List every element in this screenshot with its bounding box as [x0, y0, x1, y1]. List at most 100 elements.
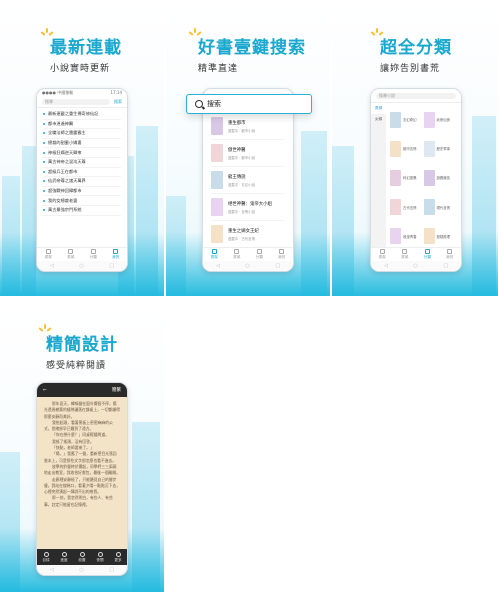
- list-item[interactable]: 總裁的甜蜜小嬌妻: [43, 139, 121, 149]
- tab-item[interactable]: 設置: [73, 549, 91, 565]
- search-input[interactable]: 搜尋: [42, 99, 110, 105]
- floating-search-bar[interactable]: 搜索: [186, 94, 312, 114]
- side-tab-female[interactable]: 女頻: [371, 114, 386, 125]
- category-cell[interactable]: 古代言情: [390, 196, 424, 219]
- tab-label: 書城: [67, 255, 75, 259]
- category-cell[interactable]: 歷史軍事: [423, 137, 458, 160]
- list-item[interactable]: 我的女總裁老婆: [43, 196, 121, 206]
- tab-label: 我的: [446, 255, 454, 259]
- category-label: 浪漫青春: [403, 234, 417, 239]
- phone-mockup: ●●●● 中國移動 17:14 搜尋 搜索 最新連載之重生傳奇修仙記 都市逍遙神醫全…: [36, 88, 128, 272]
- back-button[interactable]: ←: [43, 388, 47, 393]
- list-item[interactable]: 萬古神帝之混沌天尊: [43, 158, 121, 168]
- list-item-title: 都市逍遙神醫: [48, 120, 74, 126]
- category-cell[interactable]: 科幻靈異: [390, 166, 424, 189]
- update-list: 最新連載之重生傳奇修仙記 都市逍遙神醫全職法師之雷霆霸主總裁的甜蜜小嬌妻 神級狂婿逆…: [37, 108, 127, 218]
- list-item[interactable]: 全職法師之雷霆霸主: [43, 129, 121, 139]
- tab-item[interactable]: 進度: [55, 549, 73, 565]
- tab-icon: [115, 551, 121, 557]
- list-item[interactable]: 超級兵王在都市: [43, 168, 121, 178]
- subheadline: 小說實時更新: [50, 64, 111, 74]
- bullet-icon: [43, 113, 45, 116]
- tab-item[interactable]: 分類: [82, 248, 105, 261]
- category-cell[interactable]: 玄幻奇幻: [390, 108, 424, 131]
- tab-item[interactable]: 更多: [109, 549, 127, 565]
- list-item[interactable]: 仙武帝尊之諸天萬界: [43, 177, 121, 187]
- category-sidebar: 男頻 女頻: [371, 103, 386, 253]
- book-title: 重生之嫡女王妃: [228, 228, 259, 234]
- tab-item[interactable]: 書城: [394, 248, 417, 261]
- back-icon: ◁: [49, 263, 54, 269]
- tab-icon: [68, 249, 74, 254]
- recent-icon: □: [443, 263, 449, 269]
- book-row[interactable]: 絕世神醫：鬼帝大小姐 連載中 · 言情小說: [211, 194, 285, 221]
- reader-topbar: ← 簡繁: [37, 383, 127, 397]
- side-tab-male[interactable]: 男頻: [371, 103, 386, 114]
- tab-icon: [256, 249, 262, 254]
- tab-label: 進度: [60, 557, 68, 562]
- book-cover: [211, 117, 223, 135]
- search-header: 搜尋小說: [371, 89, 461, 103]
- tab-label: 書城: [401, 255, 409, 259]
- tab-item[interactable]: 書架: [371, 248, 394, 261]
- category-cover: [423, 140, 435, 157]
- tab-item[interactable]: 我的: [105, 248, 128, 261]
- category-cover: [390, 111, 401, 128]
- list-item[interactable]: 萬古最強宗門系統: [43, 206, 121, 216]
- headline: 好書壹鍵搜索: [198, 38, 306, 58]
- list-item-title: 全職法師之雷霆霸主: [48, 130, 86, 136]
- tab-item[interactable]: 書架: [37, 248, 60, 261]
- paragraph: 那一刻，我忽然明白，有些人、有些事，註定只能留在記憶裡。: [44, 495, 113, 507]
- category-cell[interactable]: 懸疑推理: [423, 225, 458, 248]
- tab-label: 書城: [233, 255, 241, 259]
- recent-icon: □: [109, 567, 115, 573]
- phone-mockup: 重生都市 連載中 · 都市小說 傲世神醫 連載中 · 都市小說 龍王傳說 連載中 · 玄幻…: [202, 88, 294, 272]
- paragraph: 走廊裡安靜極了，只能聽見自己的腳步聲。我站在樓梯口，看著夕陽一點點沉下去，心裡突…: [44, 476, 120, 495]
- list-item-title: 最新連載之重生傳奇修仙記: [48, 111, 99, 117]
- search-label: 搜索: [207, 100, 221, 108]
- book-row[interactable]: 重生都市 連載中 · 都市小說: [211, 113, 285, 140]
- tab-icon: [234, 249, 240, 254]
- tab-item[interactable]: 目錄: [37, 549, 55, 565]
- category-cell[interactable]: 遊戲競技: [423, 166, 458, 189]
- book-row[interactable]: 龍王傳說 連載中 · 玄幻小說: [211, 167, 285, 194]
- category-cell[interactable]: 浪漫青春: [390, 225, 424, 248]
- category-label: 武俠仙俠: [436, 118, 451, 123]
- tab-icon: [279, 249, 285, 254]
- category-cover: [390, 228, 401, 245]
- tab-item[interactable]: 書架: [203, 248, 226, 261]
- tab-icon: [113, 249, 119, 254]
- category-label: 科幻靈異: [403, 176, 417, 181]
- tab-item[interactable]: 書城: [60, 248, 83, 261]
- tab-item[interactable]: 我的: [271, 248, 294, 261]
- convert-button[interactable]: 簡繁: [112, 387, 121, 393]
- search-input[interactable]: 搜尋小說: [376, 92, 456, 99]
- search-header: 搜尋 搜索: [37, 97, 127, 108]
- tab-label: 分類: [89, 255, 97, 259]
- tab-item[interactable]: 書城: [226, 248, 249, 261]
- list-item[interactable]: 神級狂婿逆天歸來: [43, 148, 121, 158]
- home-icon: ○: [245, 263, 250, 269]
- category-cell[interactable]: 都市言情: [390, 137, 424, 160]
- book-row[interactable]: 重生之嫡女王妃 連載中 · 古代言情: [211, 221, 285, 248]
- list-item-title: 萬古神帝之混沌天尊: [48, 159, 86, 165]
- reader-toolbar: 目錄 進度 設置 夜間 更多: [37, 549, 127, 565]
- subheadline: 感受純粹閱讀: [46, 361, 107, 371]
- tab-item[interactable]: 分類: [248, 248, 271, 261]
- list-item-title: 萬古最強宗門系統: [48, 207, 82, 213]
- category-cell[interactable]: 武俠仙俠: [423, 108, 458, 131]
- tab-item[interactable]: 分類: [416, 248, 439, 261]
- category-cover: [423, 169, 435, 186]
- list-item[interactable]: 最新連載之重生傳奇修仙記: [43, 110, 121, 120]
- tab-item[interactable]: 夜間: [91, 549, 109, 565]
- tab-label: 分類: [255, 255, 263, 259]
- tab-item[interactable]: 我的: [439, 248, 462, 261]
- category-label: 現代言情: [436, 205, 451, 210]
- list-item[interactable]: 都市逍遙神醫: [43, 120, 121, 130]
- search-button[interactable]: 搜索: [114, 99, 122, 105]
- bullet-icon: [43, 151, 45, 154]
- category-cell[interactable]: 現代言情: [423, 196, 458, 219]
- book-row[interactable]: 傲世神醫 連載中 · 都市小說: [211, 140, 285, 167]
- list-item[interactable]: 超強戰神回歸都市: [43, 187, 121, 197]
- tab-icon: [447, 249, 453, 254]
